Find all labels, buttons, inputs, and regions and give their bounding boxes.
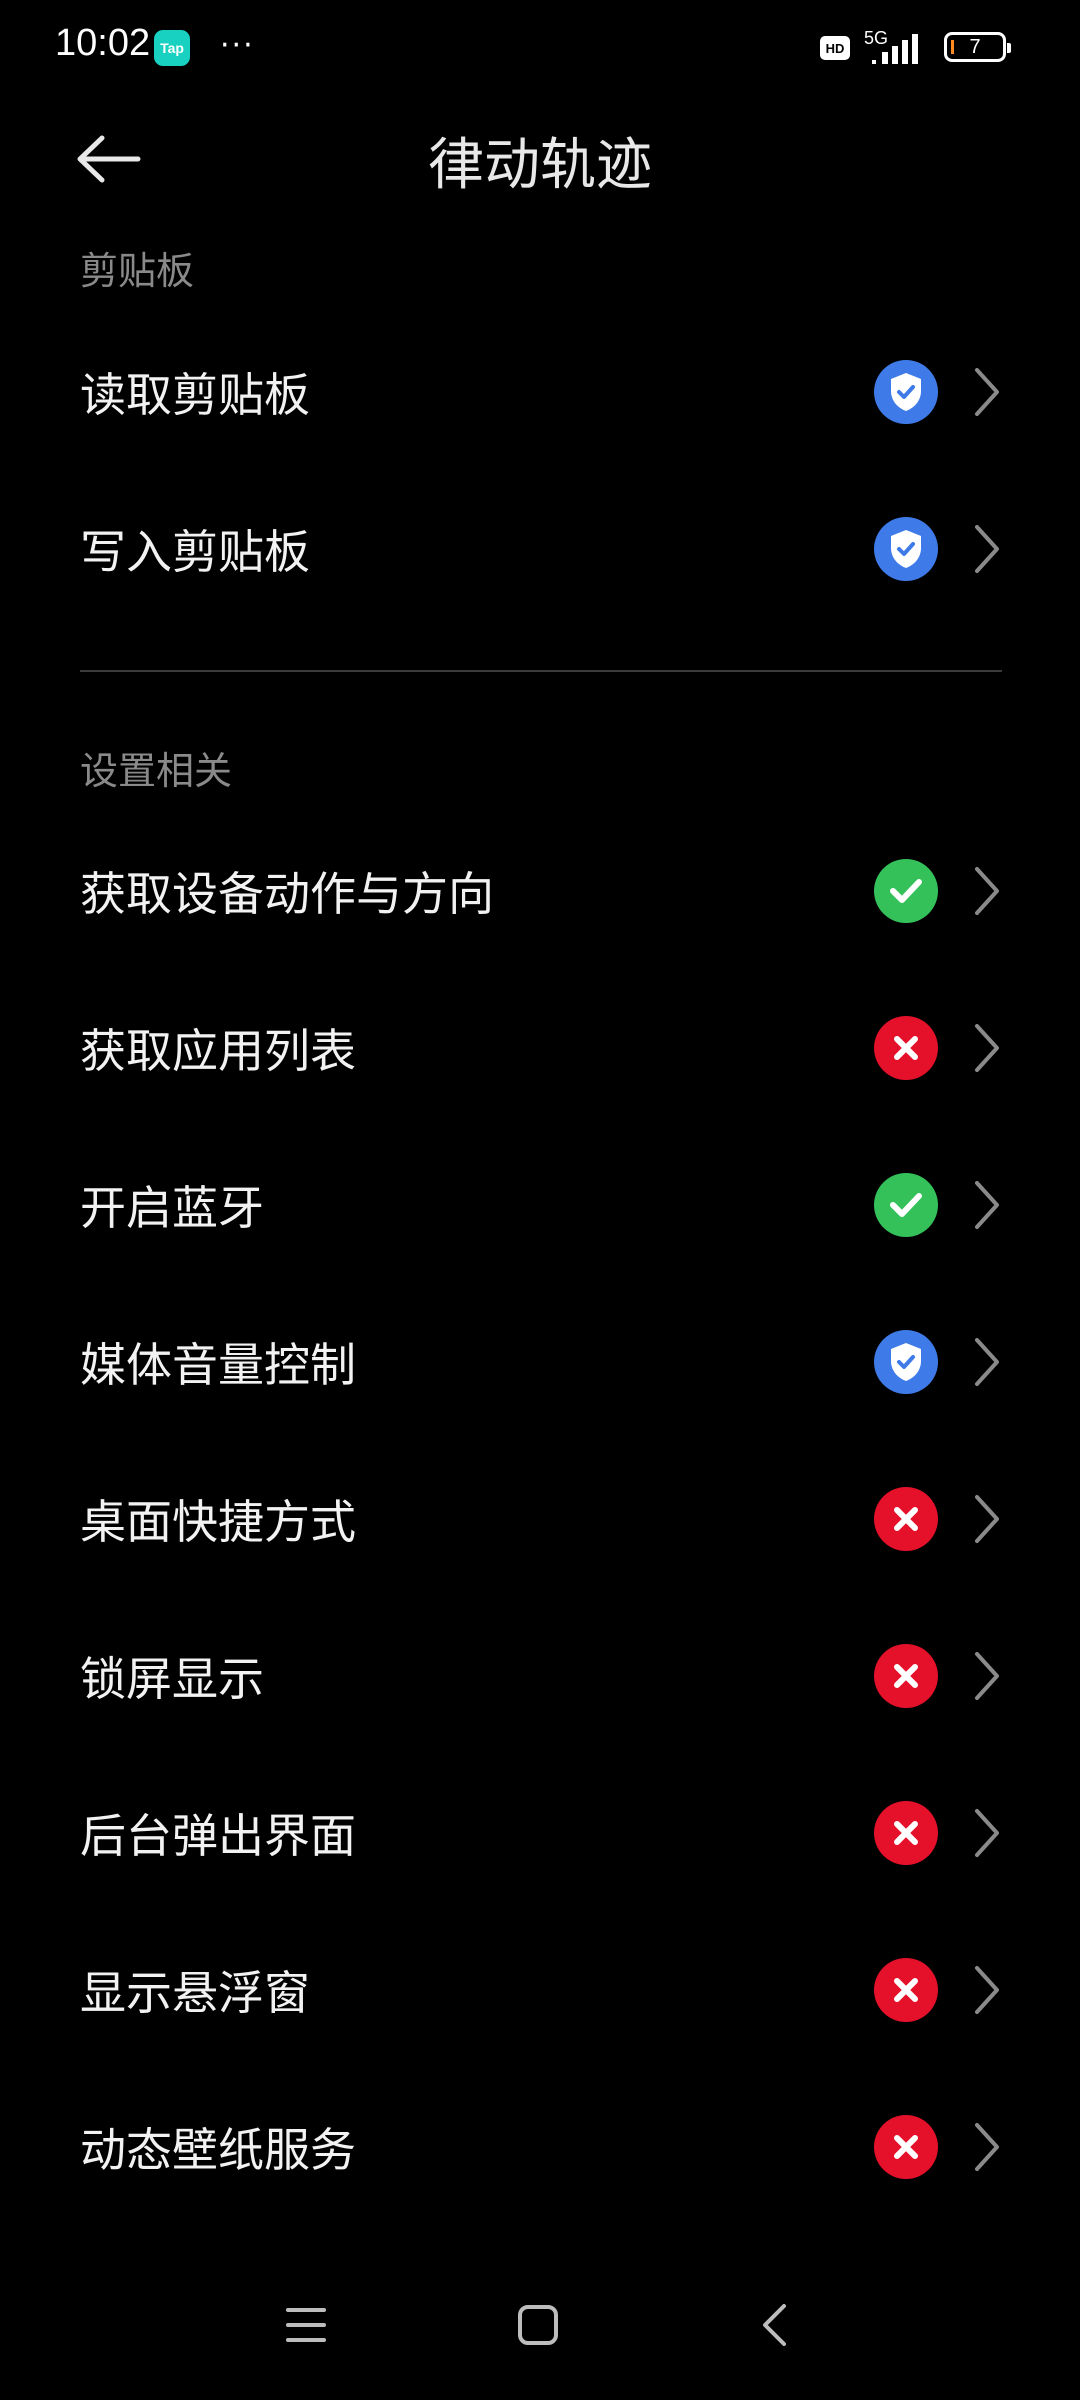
permission-row-app-list[interactable]: 获取应用列表 (0, 969, 1080, 1126)
permission-label: 锁屏显示 (80, 1651, 264, 1706)
status-denied-icon (874, 1957, 938, 2022)
permission-label: 获取应用列表 (80, 1023, 356, 1078)
status-denied-icon (874, 1643, 938, 1708)
chevron-right-icon (975, 1965, 999, 2014)
permission-row-desktop-shortcut[interactable]: 桌面快捷方式 (0, 1440, 1080, 1597)
permission-row-lock-screen[interactable]: 锁屏显示 (0, 1597, 1080, 1754)
hd-voice-icon: HD (820, 36, 850, 60)
chevron-right-icon (975, 1337, 999, 1386)
recents-button[interactable] (266, 2290, 346, 2360)
permission-row-background-popup[interactable]: 后台弹出界面 (0, 1754, 1080, 1911)
permission-row-read-clipboard[interactable]: 读取剪贴板 (0, 313, 1080, 470)
status-denied-icon (874, 2114, 938, 2179)
back-nav-button[interactable] (734, 2290, 814, 2360)
chevron-right-icon (975, 1808, 999, 1857)
page-title: 律动轨迹 (428, 133, 652, 198)
status-denied-icon (874, 1486, 938, 1551)
section-divider (80, 670, 1002, 672)
permission-row-live-wallpaper[interactable]: 动态壁纸服务 (0, 2068, 1080, 2225)
permission-label: 读取剪贴板 (80, 367, 310, 422)
more-notifications-icon: ··· (220, 28, 255, 63)
status-bar: 10:02 Tap ··· HD 5G 7 (0, 0, 1080, 96)
permission-label: 动态壁纸服务 (80, 2122, 356, 2177)
permission-label: 开启蓝牙 (80, 1180, 264, 1235)
taptap-app-icon: Tap (154, 30, 190, 66)
status-allowed-icon (874, 1172, 938, 1237)
home-square-icon (518, 2305, 558, 2345)
status-ask-icon (874, 1329, 938, 1394)
permission-row-floating-window[interactable]: 显示悬浮窗 (0, 1911, 1080, 2068)
permission-label: 后台弹出界面 (80, 1808, 356, 1863)
chevron-right-icon (975, 1023, 999, 1072)
permission-label: 媒体音量控制 (80, 1337, 356, 1392)
permission-label: 获取设备动作与方向 (80, 866, 494, 921)
permission-row-write-clipboard[interactable]: 写入剪贴板 (0, 470, 1080, 627)
chevron-right-icon (975, 524, 999, 573)
chevron-right-icon (975, 1494, 999, 1543)
permission-label: 桌面快捷方式 (80, 1494, 356, 1549)
chevron-right-icon (975, 2122, 999, 2171)
section-header-clipboard: 剪贴板 (80, 249, 195, 293)
back-chevron-icon (763, 2304, 786, 2346)
menu-icon (286, 2308, 326, 2342)
permission-row-bluetooth[interactable]: 开启蓝牙 (0, 1126, 1080, 1283)
status-denied-icon (874, 1800, 938, 1865)
chevron-right-icon (975, 866, 999, 915)
system-nav-bar (0, 2260, 1080, 2400)
permission-label: 显示悬浮窗 (80, 1965, 310, 2020)
section-header-settings: 设置相关 (80, 749, 233, 793)
status-allowed-icon (874, 858, 938, 923)
battery-percent: 7 (969, 35, 981, 58)
chevron-right-icon (975, 1651, 999, 1700)
permission-row-media-volume[interactable]: 媒体音量控制 (0, 1283, 1080, 1440)
status-ask-icon (874, 516, 938, 581)
status-ask-icon (874, 359, 938, 424)
chevron-right-icon (975, 1180, 999, 1229)
chevron-right-icon (975, 367, 999, 416)
home-button[interactable] (498, 2290, 578, 2360)
battery-icon: 7 (944, 32, 1011, 62)
signal-strength-icon (872, 34, 918, 64)
permission-row-device-motion[interactable]: 获取设备动作与方向 (0, 812, 1080, 969)
permission-label: 写入剪贴板 (80, 524, 310, 579)
status-denied-icon (874, 1015, 938, 1080)
status-time: 10:02 (55, 22, 151, 64)
